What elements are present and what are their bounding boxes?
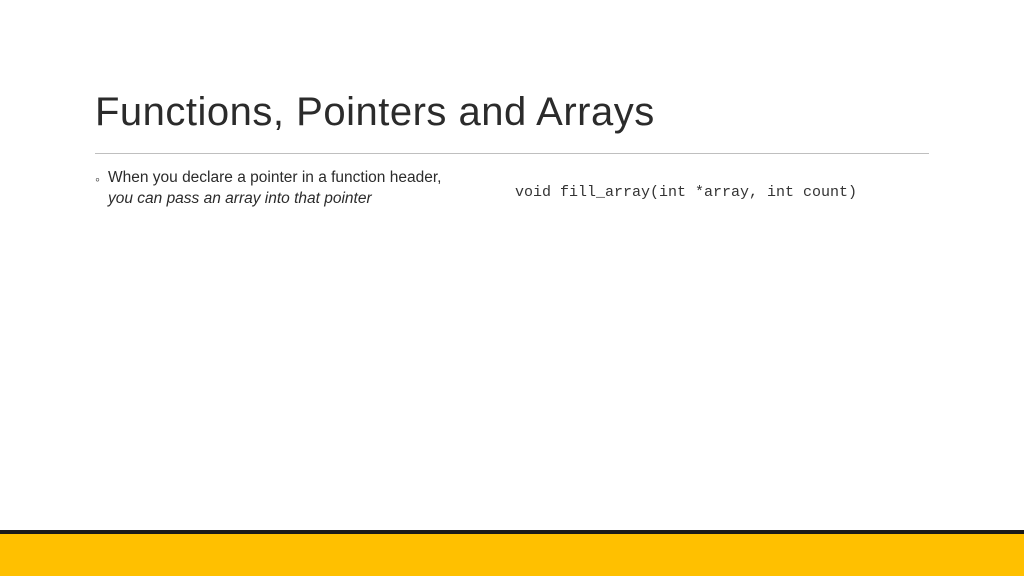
slide-container: Functions, Pointers and Arrays ◦ When yo… — [0, 0, 1024, 576]
slide-title: Functions, Pointers and Arrays — [95, 90, 929, 154]
bullet-item: ◦ When you declare a pointer in a functi… — [95, 168, 485, 210]
footer-bar — [0, 534, 1024, 576]
bullet-text: When you declare a pointer in a function… — [108, 168, 441, 210]
bullet-marker: ◦ — [95, 170, 100, 190]
bullet-line1: When you declare a pointer in a function… — [108, 168, 441, 189]
bullet-line2: you can pass an array into that pointer — [108, 189, 441, 210]
content-row: ◦ When you declare a pointer in a functi… — [95, 168, 929, 210]
code-sample: void fill_array(int *array, int count) — [515, 168, 929, 201]
